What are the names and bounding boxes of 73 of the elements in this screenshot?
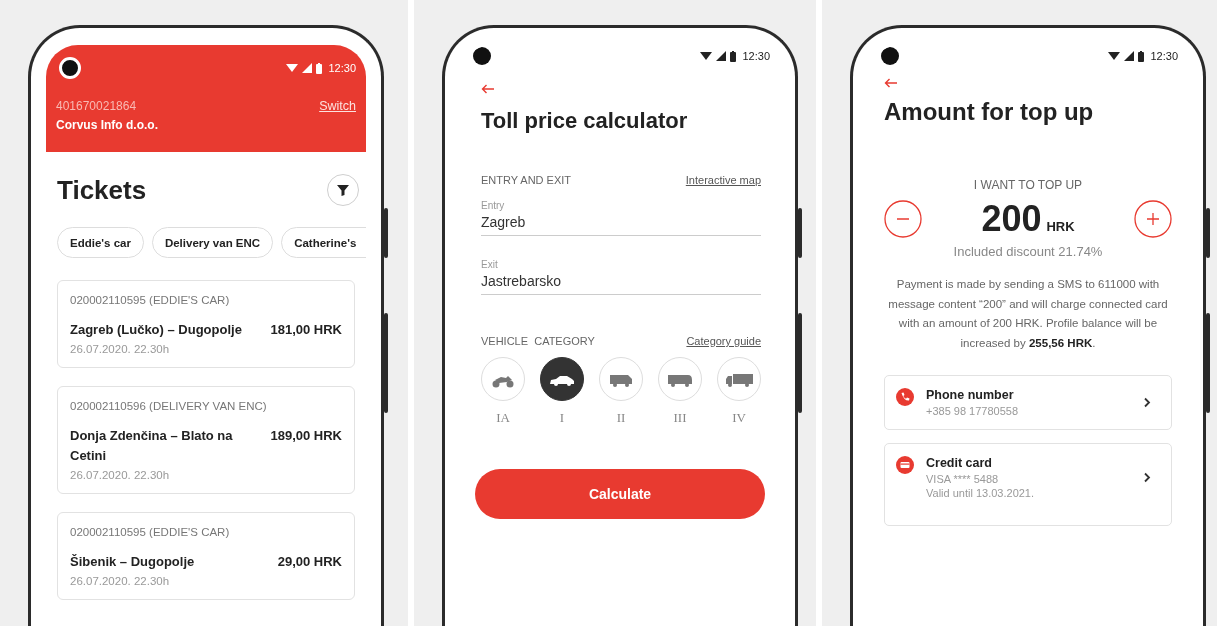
ticket-date: 26.07.2020. 22.30h: [70, 469, 171, 481]
method-title: Credit card: [926, 456, 993, 470]
filter-button[interactable]: [327, 174, 359, 206]
currency-label: HRK: [1046, 219, 1075, 234]
credit-card-icon: [896, 456, 914, 474]
wifi-icon: [700, 51, 713, 61]
ticket-card[interactable]: 020002110595 (EDDIE'S CAR) Zagreb (Lučko) – Dugopolje 181,00 HRK 26.07.2020. 22.30h: [57, 280, 355, 368]
ticket-route: Zagreb (Lučko) – Dugopolje: [70, 321, 242, 339]
payment-method-card[interactable]: Phone number +385 98 17780558: [884, 375, 1172, 430]
back-arrow-icon[interactable]: [884, 78, 898, 88]
ticket-route: Šibenik – Dugopolje: [70, 553, 195, 571]
ticket-price: 189,00 HRK: [270, 427, 342, 445]
amount-label: I WANT TO TOP UP: [972, 178, 1084, 192]
ticket-date: 26.07.2020. 22.30h: [70, 575, 171, 587]
method-title: Phone number: [926, 388, 1015, 402]
battery-icon: [1138, 50, 1145, 62]
category-guide-link[interactable]: Category guide: [686, 335, 761, 347]
company-name: Corvus Info d.o.o.: [55, 118, 159, 132]
signal-icon: [1124, 51, 1135, 61]
page-title: Tickets: [57, 174, 147, 206]
ticket-price: 29,00 HRK: [277, 553, 342, 571]
ticket-id: 020002110595 (EDDIE'S CAR): [70, 526, 231, 538]
phone-icon: [896, 388, 914, 406]
battery-icon: [316, 62, 323, 74]
ticket-card[interactable]: 020002110596 (DELIVERY VAN ENC) Donja Zdenčina – Blato na Cetini 189,00 HRK 26.07.2020. 22.30h: [57, 386, 355, 494]
camera-dot: [881, 47, 899, 65]
page-title: Toll price calculator: [481, 108, 689, 134]
method-detail: VISA **** 5488: [926, 473, 1000, 485]
ticket-price: 181,00 HRK: [270, 321, 342, 339]
text-field[interactable]: Entry Zagreb: [481, 200, 761, 236]
ticket-id: 020002110595 (EDDIE'S CAR): [70, 294, 231, 306]
filter-chip[interactable]: Eddie's car: [57, 227, 144, 258]
camera-dot: [473, 47, 491, 65]
status-time: 12:30: [328, 62, 356, 74]
wifi-icon: [1108, 51, 1121, 61]
payment-note: Payment is made by sending a SMS to 611000 with message content “200” and will charge connected card with an amount of 200 HRK. Profile balance will be increased by 255,56 HRK.: [887, 277, 1169, 351]
minus-button[interactable]: [884, 200, 922, 238]
ticket-card[interactable]: 020002110595 (EDDIE'S CAR) Šibenik – Dugopolje 29,00 HRK 26.07.2020. 22.30h: [57, 512, 355, 600]
amount-value: 200: [981, 198, 1042, 240]
interactive-map-link[interactable]: Interactive map: [685, 174, 761, 186]
category-label: I: [559, 410, 565, 426]
payment-method-card[interactable]: Credit card VISA **** 5488 Valid until 13.03.2021.: [884, 443, 1172, 526]
ticket-id: 020002110596 (DELIVERY VAN ENC): [70, 400, 268, 412]
chevron-right-icon: [1143, 472, 1151, 483]
method-detail: +385 98 17780558: [926, 405, 1020, 417]
calculate-button[interactable]: Calculate: [475, 469, 765, 519]
status-time: 12:30: [1150, 50, 1178, 62]
battery-icon: [730, 50, 737, 62]
status-time: 12:30: [742, 50, 770, 62]
chevron-right-icon: [1143, 397, 1151, 408]
method-detail: Valid until 13.03.2021.: [926, 487, 1036, 499]
ticket-route: Donja Zdenčina – Blato na Cetini: [70, 427, 234, 465]
wifi-icon: [286, 63, 299, 73]
ticket-date: 26.07.2020. 22.30h: [70, 343, 171, 355]
category-label: IA: [496, 410, 510, 426]
signal-icon: [716, 51, 727, 61]
camera-dot: [59, 57, 81, 79]
signal-icon: [302, 63, 313, 73]
page-title: Amount for top up: [884, 98, 1095, 126]
filter-icon: [337, 184, 349, 196]
filter-chip[interactable]: Delivery van ENC: [151, 227, 274, 258]
category-label: III: [673, 410, 687, 426]
filter-chip[interactable]: Catherine's: [281, 227, 366, 258]
section-label: VEHICLE CATEGORY: [481, 335, 595, 347]
category-label: II: [616, 410, 626, 426]
text-field[interactable]: Exit Jastrebarsko: [481, 259, 761, 295]
vehicle-option[interactable]: [540, 357, 584, 401]
discount-text: Included discount 21.74%: [952, 244, 1104, 259]
plus-button[interactable]: [1134, 200, 1172, 238]
account-number: 401670021864: [56, 99, 137, 113]
section-label: ENTRY AND EXIT: [481, 174, 572, 186]
back-arrow-icon[interactable]: [481, 84, 495, 94]
category-label: IV: [732, 410, 746, 426]
